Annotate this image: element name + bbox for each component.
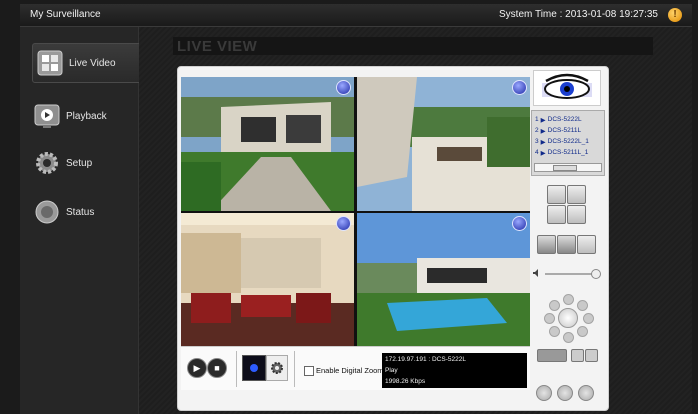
system-time: System Time : 2013-01-08 19:27:35 bbox=[499, 9, 658, 20]
fullscreen-button[interactable] bbox=[567, 205, 586, 224]
zoom-in-button[interactable] bbox=[571, 349, 584, 362]
record-button[interactable] bbox=[557, 235, 576, 254]
play-arrow-icon: ▶ bbox=[540, 128, 546, 135]
live-video-icon bbox=[37, 50, 63, 76]
stream-address: 172.19.97.191 : DCS-5222L bbox=[385, 356, 466, 363]
stream-bitrate: 1998.26 Kbps bbox=[385, 378, 426, 385]
camera-status-icon[interactable] bbox=[336, 216, 351, 231]
record-dot-icon bbox=[250, 364, 258, 372]
auto-pan-button[interactable] bbox=[578, 385, 594, 401]
layout-single-button[interactable] bbox=[547, 185, 566, 204]
camera-index: 3 bbox=[535, 138, 539, 145]
play-arrow-icon: ▶ bbox=[540, 117, 546, 124]
refresh-button[interactable] bbox=[577, 235, 596, 254]
camera-image-2 bbox=[357, 77, 530, 211]
sidebar-item-status[interactable]: Status bbox=[30, 193, 144, 231]
ptz-left-button[interactable] bbox=[544, 313, 555, 324]
top-bar: My Surveillance System Time : 2013-01-08… bbox=[20, 4, 692, 27]
sidebar-item-label: Status bbox=[66, 206, 95, 218]
camera-view-2[interactable] bbox=[357, 77, 530, 211]
camera-status-icon[interactable] bbox=[512, 80, 527, 95]
camera-status-icon[interactable] bbox=[512, 216, 527, 231]
patrol-button[interactable] bbox=[557, 385, 573, 401]
record-toggle-button[interactable] bbox=[242, 355, 266, 381]
settings-gear-button[interactable] bbox=[266, 355, 288, 381]
camera-image-1 bbox=[181, 77, 354, 211]
ptz-up-left-button[interactable] bbox=[549, 300, 560, 311]
layout-dual-button[interactable] bbox=[567, 185, 586, 204]
camera-list-item[interactable]: 1 ▶ DCS-5222L bbox=[535, 116, 582, 124]
camera-view-4[interactable] bbox=[357, 213, 530, 347]
page-title-bar: LIVE VIEW bbox=[173, 37, 653, 55]
ptz-right-button[interactable] bbox=[583, 313, 594, 324]
divider bbox=[294, 351, 295, 387]
sidebar-item-label: Live Video bbox=[69, 57, 116, 69]
digital-zoom-label: Enable Digital Zoom bbox=[316, 366, 384, 375]
ptz-up-button[interactable] bbox=[563, 294, 574, 305]
sidebar-item-setup[interactable]: Setup bbox=[30, 144, 144, 182]
camera-view-3[interactable] bbox=[181, 213, 354, 347]
sidebar-item-label: Setup bbox=[66, 157, 93, 169]
eye-logo-icon bbox=[533, 70, 601, 106]
gear-icon bbox=[36, 152, 58, 174]
layout-quad-button[interactable] bbox=[547, 205, 566, 224]
camera-name: DCS-5222L_1 bbox=[547, 138, 589, 145]
volume-slider-knob[interactable] bbox=[591, 269, 601, 279]
zoom-out-button[interactable] bbox=[585, 349, 598, 362]
camera-name: DCS-5222L bbox=[547, 116, 582, 123]
alert-icon[interactable]: ! bbox=[668, 8, 682, 22]
camera-image-4 bbox=[357, 213, 530, 347]
camera-name: DCS-5211L bbox=[547, 127, 582, 134]
sidebar-item-label: Playback bbox=[66, 110, 107, 122]
play-arrow-icon: ▶ bbox=[540, 150, 546, 157]
volume-slider[interactable] bbox=[545, 273, 597, 275]
ptz-up-right-button[interactable] bbox=[577, 300, 588, 311]
ptz-home-icon[interactable] bbox=[558, 308, 578, 328]
stream-info-panel: 172.19.97.191 : DCS-5222L Play 1998.26 K… bbox=[382, 353, 527, 388]
playback-icon bbox=[34, 104, 60, 128]
camera-list-item[interactable]: 3 ▶ DCS-5222L_1 bbox=[535, 138, 589, 146]
camera-index: 4 bbox=[535, 149, 539, 156]
camera-status-icon[interactable] bbox=[336, 80, 351, 95]
stream-status: Play bbox=[385, 367, 398, 374]
play-arrow-icon: ▶ bbox=[540, 139, 546, 146]
snapshot-button[interactable] bbox=[537, 235, 556, 254]
camera-list-item[interactable]: 2 ▶ DCS-5211L bbox=[535, 127, 581, 135]
play-button[interactable]: ▶ bbox=[187, 358, 207, 378]
preset-button[interactable] bbox=[536, 385, 552, 401]
play-controls: ▶ ■ bbox=[187, 357, 229, 379]
gear-icon bbox=[271, 362, 283, 374]
camera-list-scrollbar[interactable] bbox=[534, 163, 602, 172]
stop-button[interactable]: ■ bbox=[207, 358, 227, 378]
camera-list-item[interactable]: 4 ▶ DCS-5211L_1 bbox=[535, 149, 588, 157]
scrollbar-thumb[interactable] bbox=[553, 165, 577, 171]
sidebar: Live Video Playback Setup Status bbox=[20, 27, 154, 414]
camera-index: 1 bbox=[535, 116, 539, 123]
control-column: 1 ▶ DCS-5222L 2 ▶ DCS-5211L 3 ▶ DCS-5222… bbox=[531, 70, 605, 408]
digital-zoom-checkbox[interactable] bbox=[304, 366, 314, 376]
camera-list: 1 ▶ DCS-5222L 2 ▶ DCS-5211L 3 ▶ DCS-5222… bbox=[531, 110, 605, 176]
status-icon bbox=[35, 200, 59, 224]
page-title: LIVE VIEW bbox=[177, 38, 258, 55]
sidebar-item-playback[interactable]: Playback bbox=[30, 97, 144, 135]
live-view-panel: 1 ▶ DCS-5222L 2 ▶ DCS-5211L 3 ▶ DCS-5222… bbox=[177, 66, 609, 411]
playback-control-bar: ▶ ■ Enable Digital Zoom 172.19.97.191 : … bbox=[181, 346, 530, 390]
divider bbox=[236, 351, 237, 387]
binocular-icon[interactable] bbox=[537, 349, 567, 362]
ptz-down-button[interactable] bbox=[563, 332, 574, 343]
app-title: My Surveillance bbox=[30, 9, 101, 20]
camera-name: DCS-5211L_1 bbox=[547, 149, 589, 156]
camera-image-3 bbox=[181, 213, 354, 347]
ptz-down-right-button[interactable] bbox=[577, 326, 588, 337]
sidebar-item-live-video[interactable]: Live Video bbox=[32, 43, 154, 83]
camera-index: 2 bbox=[535, 127, 539, 134]
ptz-down-left-button[interactable] bbox=[549, 326, 560, 337]
video-grid bbox=[181, 77, 530, 347]
ptz-control-pad bbox=[544, 294, 594, 343]
camera-view-1[interactable] bbox=[181, 77, 354, 211]
volume-icon[interactable] bbox=[533, 269, 541, 277]
